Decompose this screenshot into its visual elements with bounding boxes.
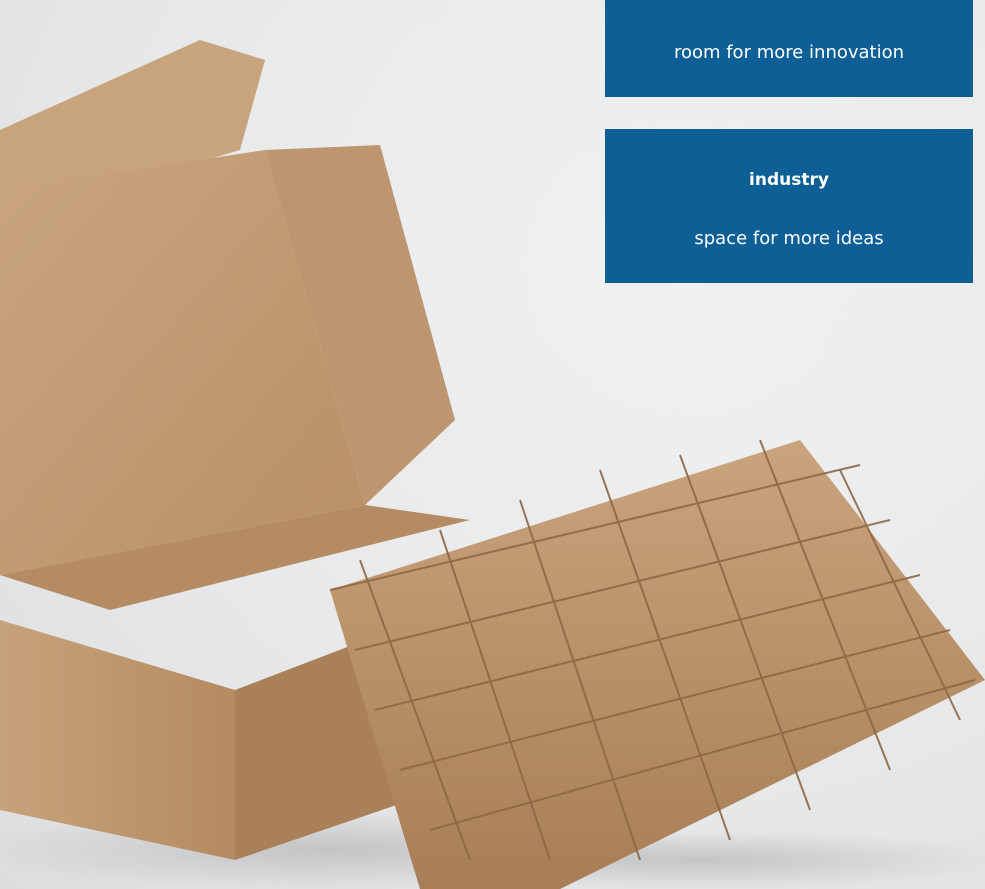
info-card-innovation: room for more innovation	[605, 0, 973, 97]
box-front	[0, 620, 235, 860]
card-title: industry	[749, 170, 829, 190]
card-text: room for more innovation	[673, 42, 905, 63]
divider-insert	[329, 439, 985, 889]
info-card-industry[interactable]: industry space for more ideas	[605, 129, 973, 283]
card-text: space for more ideas	[694, 228, 884, 249]
